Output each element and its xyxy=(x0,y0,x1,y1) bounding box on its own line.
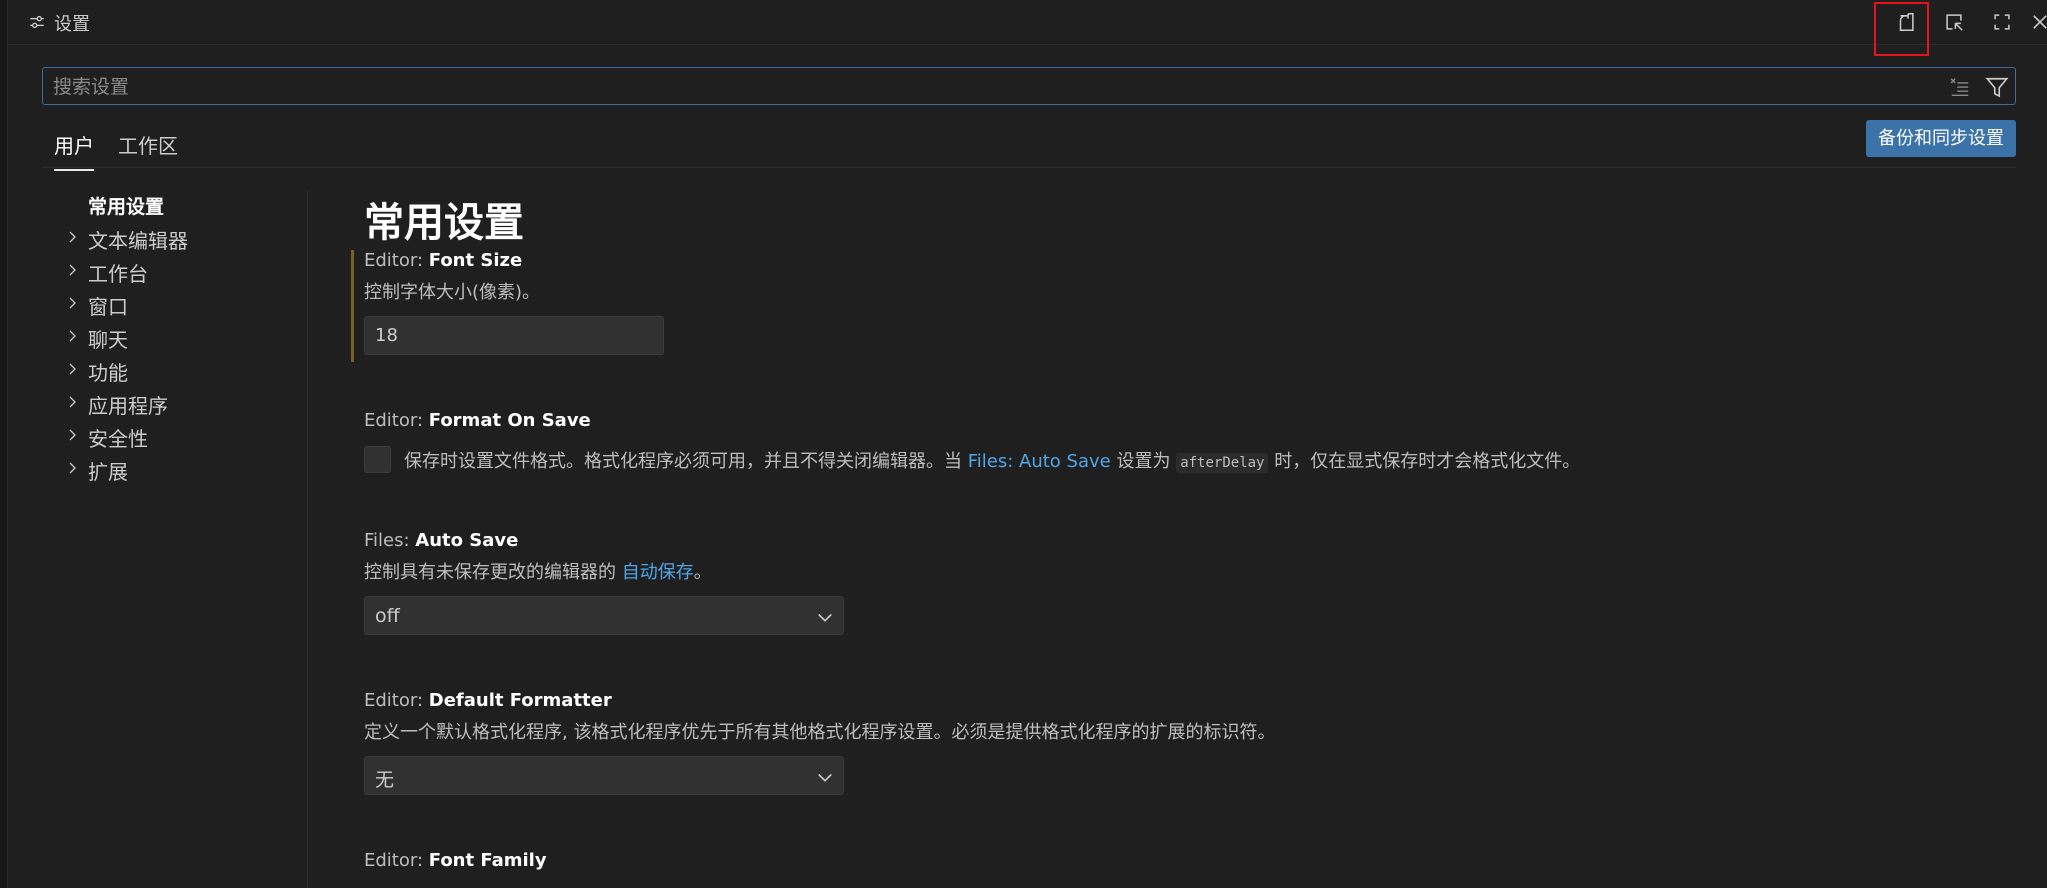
toc-item-label: 常用设置 xyxy=(88,196,165,218)
filter-icon[interactable] xyxy=(1985,75,2009,99)
maximize-button[interactable] xyxy=(1986,8,2018,36)
font-size-input[interactable] xyxy=(364,316,664,355)
setting-title: Editor: Font Size xyxy=(364,250,2004,278)
toc-divider xyxy=(307,190,308,888)
setting-title: Editor: Default Formatter xyxy=(364,690,2004,718)
format-on-save-row: 保存时设置文件格式。格式化程序必须可用，并且不得关闭编辑器。当 Files: A… xyxy=(364,444,2004,474)
select-value: off xyxy=(375,605,400,627)
desc-text: 控制具有未保存更改的编辑器的 xyxy=(364,562,616,583)
chevron-right-icon xyxy=(69,429,76,441)
chevron-down-icon xyxy=(818,613,832,622)
chevron-right-icon xyxy=(69,363,76,375)
maximize-icon xyxy=(1994,14,2010,30)
chevron-right-icon xyxy=(69,462,76,474)
toc-item-label: 聊天 xyxy=(88,328,128,352)
format-on-save-checkbox[interactable] xyxy=(364,446,391,473)
auto-save-link[interactable]: Files: Auto Save xyxy=(968,451,1111,472)
toc-item-common[interactable]: 常用设置 xyxy=(42,190,307,223)
editor-tab-bar: 设置 xyxy=(8,0,2047,45)
setting-title: Editor: Font Family xyxy=(364,850,2004,878)
toc-item-application[interactable]: 应用程序 xyxy=(42,388,307,421)
setting-description: 定义一个默认格式化程序, 该格式化程序优先于所有其他格式化程序设置。必须是提供格… xyxy=(364,722,1276,743)
toc-item-label: 功能 xyxy=(88,361,128,385)
modified-indicator xyxy=(351,250,354,362)
setting-default-formatter: Editor: Default Formatter 定义一个默认格式化程序, 该… xyxy=(364,690,2004,850)
toc-item-label: 工作台 xyxy=(88,262,148,286)
setting-description: 保存时设置文件格式。格式化程序必须可用，并且不得关闭编辑器。当 Files: A… xyxy=(404,447,1580,473)
toc-item-chat[interactable]: 聊天 xyxy=(42,322,307,355)
desc-text: 时，仅在显式保存时才会格式化文件。 xyxy=(1274,451,1581,472)
inline-code: afterDelay xyxy=(1176,453,1269,473)
search-input[interactable] xyxy=(53,74,1933,100)
setting-font-family: Editor: Font Family xyxy=(364,850,2004,888)
tab-workspace[interactable]: 工作区 xyxy=(118,130,178,169)
search-settings-box[interactable] xyxy=(42,67,2016,105)
setting-name: Format On Save xyxy=(428,410,591,431)
chevron-right-icon xyxy=(69,330,76,342)
chevron-right-icon xyxy=(69,231,76,243)
setting-description: 控制具有未保存更改的编辑器的 自动保存。 xyxy=(364,558,2004,588)
toc-item-label: 应用程序 xyxy=(88,394,168,418)
setting-category: Editor: xyxy=(364,250,429,271)
section-title: 常用设置 xyxy=(364,200,524,246)
chevron-right-icon xyxy=(69,264,76,276)
toc-item-window[interactable]: 窗口 xyxy=(42,289,307,322)
auto-save-doc-link[interactable]: 自动保存 xyxy=(622,562,694,583)
activity-bar-edge xyxy=(0,0,8,888)
setting-category: Editor: xyxy=(364,850,429,871)
setting-name: Font Family xyxy=(428,850,547,871)
auto-save-select[interactable]: off xyxy=(364,596,844,635)
setting-name: Auto Save xyxy=(415,530,519,551)
clear-filter-icon[interactable] xyxy=(1949,76,1971,98)
setting-category: Editor: xyxy=(364,690,429,711)
select-value: 无 xyxy=(375,769,395,791)
toc-item-text-editor[interactable]: 文本编辑器 xyxy=(42,223,307,256)
pick-element-icon xyxy=(1946,14,1963,31)
settings-sliders-icon xyxy=(30,15,44,29)
toc-item-extensions[interactable]: 扩展 xyxy=(42,454,307,487)
setting-name: Default Formatter xyxy=(428,690,612,711)
setting-name: Font Size xyxy=(428,250,523,271)
highlight-box xyxy=(1874,2,1929,56)
setting-auto-save: Files: Auto Save 控制具有未保存更改的编辑器的 自动保存。 of… xyxy=(364,530,2004,690)
default-formatter-select[interactable]: 无 xyxy=(364,756,844,795)
settings-toc: 常用设置 文本编辑器 工作台 窗口 聊天 功能 应用程序 安全性 扩展 xyxy=(42,190,307,487)
backup-sync-button[interactable]: 备份和同步设置 xyxy=(1866,120,2016,157)
chevron-right-icon xyxy=(69,396,76,408)
settings-scope-tabs: 用户 工作区 备份和同步设置 xyxy=(42,120,2016,171)
setting-category: Editor: xyxy=(364,410,429,431)
chevron-right-icon xyxy=(69,297,76,309)
setting-description: 控制字体大小(像素)。 xyxy=(364,282,541,303)
toc-item-label: 安全性 xyxy=(88,427,148,451)
chevron-down-icon xyxy=(818,773,832,782)
toc-item-workbench[interactable]: 工作台 xyxy=(42,256,307,289)
toc-item-label: 扩展 xyxy=(88,460,128,484)
pick-element-button[interactable] xyxy=(1938,8,1970,36)
toc-item-security[interactable]: 安全性 xyxy=(42,421,307,454)
settings-content: 常用设置 Editor: Font Size 控制字体大小(像素)。 Edito… xyxy=(351,190,2004,888)
setting-format-on-save: Editor: Format On Save 保存时设置文件格式。格式化程序必须… xyxy=(364,410,2004,530)
toc-item-features[interactable]: 功能 xyxy=(42,355,307,388)
setting-title: Files: Auto Save xyxy=(364,530,2004,558)
settings-tab-title: 设置 xyxy=(54,14,90,35)
setting-category: Files: xyxy=(364,530,416,551)
setting-font-size: Editor: Font Size 控制字体大小(像素)。 xyxy=(351,250,2004,410)
toc-item-label: 窗口 xyxy=(88,295,128,319)
desc-text: 保存时设置文件格式。格式化程序必须可用，并且不得关闭编辑器。当 xyxy=(404,451,962,472)
close-button[interactable] xyxy=(2024,8,2047,36)
toc-item-label: 文本编辑器 xyxy=(88,229,188,253)
desc-text: 。 xyxy=(693,562,712,583)
setting-title: Editor: Format On Save xyxy=(364,410,2004,438)
desc-text: 设置为 xyxy=(1116,451,1171,472)
tab-user[interactable]: 用户 xyxy=(54,130,94,171)
close-icon xyxy=(2033,15,2047,29)
